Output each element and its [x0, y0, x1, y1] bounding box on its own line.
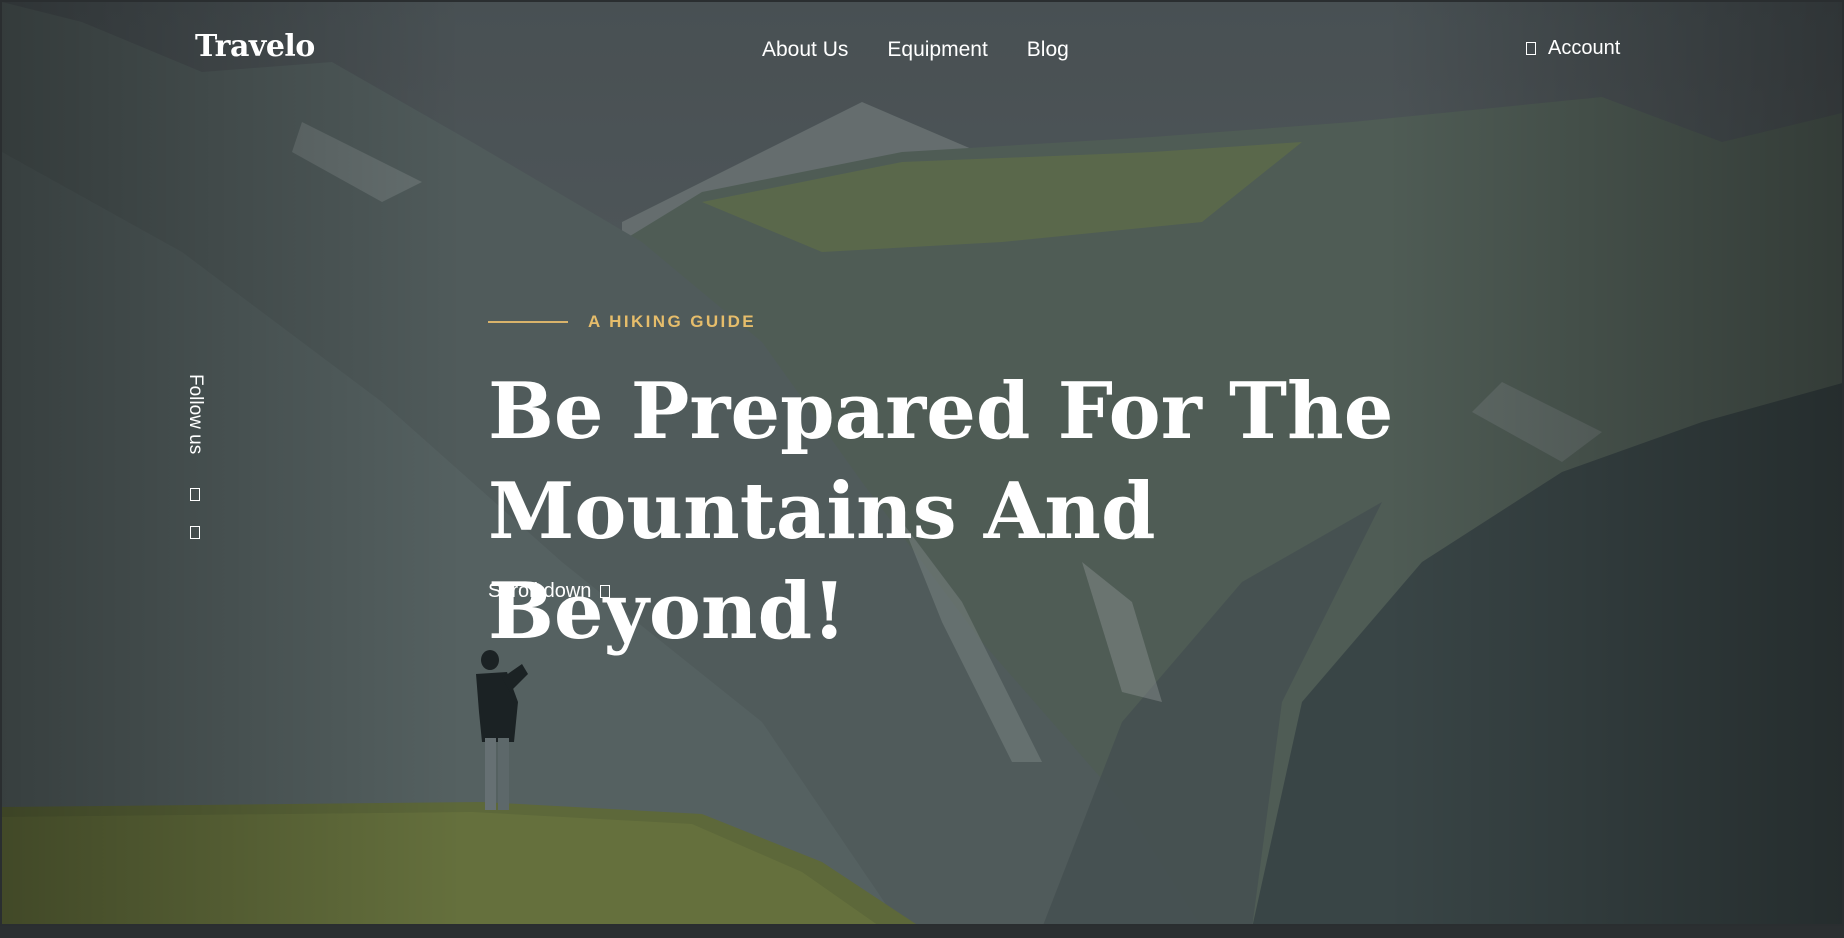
main-nav: About Us Equipment Blog	[762, 38, 1069, 62]
nav-link-about-us[interactable]: About Us	[762, 38, 848, 62]
account-button[interactable]: Account	[1526, 37, 1620, 60]
window-bottom-edge	[0, 926, 1844, 938]
headline-line-2: Mountains And Beyond!	[488, 466, 1156, 657]
user-icon	[1526, 42, 1536, 55]
nav-link-blog[interactable]: Blog	[1027, 38, 1069, 62]
headline-line-1: Be Prepared For The	[488, 366, 1394, 457]
hero-eyebrow: A HIKING GUIDE	[488, 312, 756, 332]
follow-us-sidebar: Follow us	[182, 374, 210, 544]
follow-us-label: Follow us	[185, 374, 206, 455]
scroll-down-link[interactable]: Scroll down	[488, 580, 611, 603]
arrow-down-icon	[600, 585, 611, 598]
nav-link-equipment[interactable]: Equipment	[887, 38, 987, 62]
account-label: Account	[1548, 37, 1621, 59]
hero-headline: Be Prepared For The Mountains And Beyond…	[488, 362, 1488, 662]
eyebrow-text: A HIKING GUIDE	[588, 312, 757, 331]
social-icon-2[interactable]	[190, 526, 200, 539]
scroll-down-label: Scroll down	[488, 580, 592, 602]
eyebrow-divider	[488, 321, 568, 323]
social-icon-1[interactable]	[190, 488, 200, 501]
hero-section: Travelo About Us Equipment Blog Account …	[0, 0, 1844, 926]
brand-logo[interactable]: Travelo	[195, 29, 315, 64]
